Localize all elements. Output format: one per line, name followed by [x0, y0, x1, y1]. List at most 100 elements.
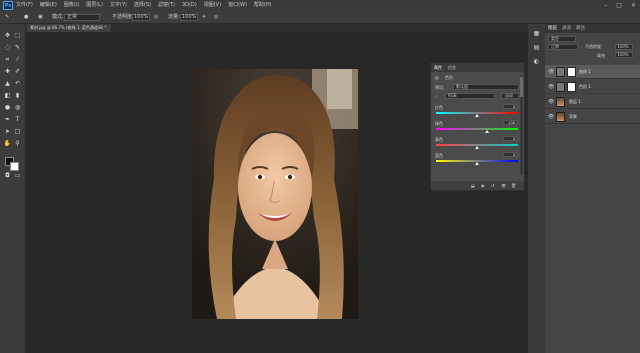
menu-item-0[interactable]: 文件(F): [16, 0, 33, 11]
flow-field[interactable]: 100%: [180, 14, 198, 21]
gradient-icon[interactable]: ▮: [13, 92, 22, 100]
type-icon[interactable]: T: [13, 116, 22, 124]
slider-value-1[interactable]: 138: [503, 120, 517, 125]
slider-label-1: 绿色: [435, 121, 443, 126]
visibility-eye-icon[interactable]: 👁: [548, 84, 554, 90]
hand-icon[interactable]: ✋: [3, 140, 12, 148]
fill-field[interactable]: 100%: [615, 52, 633, 58]
menu-item-1[interactable]: 编辑(E): [40, 0, 57, 11]
document-tab[interactable]: 素材.jpg @ 66.7% (曲线 1, 蓝色通道/8) *: [26, 24, 111, 32]
slider-track-1[interactable]: [436, 128, 518, 130]
menu-item-3[interactable]: 图层(L): [86, 0, 103, 11]
preset-select[interactable]: 默认值: [453, 84, 519, 90]
marquee-icon[interactable]: ⬚: [13, 32, 22, 40]
menu-item-6[interactable]: 滤镜(T): [158, 0, 175, 11]
pen-icon[interactable]: ✒: [3, 116, 12, 124]
delete-icon[interactable]: 🗑: [511, 183, 516, 188]
menu-item-9[interactable]: 窗口(W): [228, 0, 247, 11]
opacity-field[interactable]: 100%: [132, 14, 150, 21]
portrait-photo[interactable]: [192, 69, 358, 319]
stamp-icon[interactable]: ▲: [3, 80, 12, 88]
pressure-size-icon[interactable]: ◎: [214, 11, 218, 24]
menu-items: 文件(F) 编辑(E) 图像(I) 图层(L) 文字(Y) 选择(S) 滤镜(T) 3D(D)…: [16, 0, 272, 11]
layers-tab-1[interactable]: 通道: [562, 24, 571, 33]
slider-thumb-0[interactable]: [475, 114, 479, 117]
menu-item-5[interactable]: 选择(S): [134, 0, 151, 11]
view-previous-icon[interactable]: ◉: [481, 183, 485, 188]
layer-mask-thumbnail[interactable]: [567, 82, 576, 92]
layer-row[interactable]: 👁 背景: [545, 110, 640, 124]
channel-select[interactable]: RGB: [445, 93, 495, 99]
brush-tool-icon[interactable]: ✎: [5, 11, 9, 24]
airbrush-icon[interactable]: ✈: [202, 11, 206, 24]
layer-filter-label: 类型: [551, 36, 559, 41]
minimize-button[interactable]: –: [604, 0, 607, 11]
screen-mode-icon[interactable]: ▭: [13, 172, 22, 180]
properties-tab-1[interactable]: 信息: [448, 63, 456, 72]
layer-mask-thumbnail[interactable]: [567, 67, 576, 77]
layers-tab-2[interactable]: 路径: [576, 24, 585, 33]
hand-target-icon[interactable]: ☝: [435, 94, 437, 99]
move-icon[interactable]: ✥: [3, 32, 12, 40]
scrollbar-thumb[interactable]: [520, 77, 523, 97]
layers-tab-0[interactable]: 图层: [548, 24, 557, 33]
background-color-swatch[interactable]: [10, 162, 19, 171]
maximize-button[interactable]: □: [616, 0, 622, 11]
blend-mode-select[interactable]: 正常: [548, 44, 578, 50]
layer-opacity-label: 不透明度:: [585, 44, 603, 49]
close-button[interactable]: ✕: [631, 0, 636, 11]
lasso-icon[interactable]: ◌: [3, 44, 12, 52]
pressure-opacity-icon[interactable]: ◎: [154, 11, 158, 24]
menu-item-2[interactable]: 图像(I): [64, 0, 79, 11]
menu-bar: Ps 文件(F) 编辑(E) 图像(I) 图层(L) 文字(Y) 选择(S) 滤镜(T) 3D…: [0, 0, 640, 11]
history-panel-icon[interactable]: ▦: [532, 30, 541, 38]
clip-icon[interactable]: ⬓: [471, 183, 475, 188]
brush-icon[interactable]: ✐: [13, 68, 22, 76]
layer-filter-select[interactable]: 类型: [548, 36, 576, 42]
dodge-icon[interactable]: ◍: [13, 104, 22, 112]
path-select-icon[interactable]: ➤: [3, 128, 12, 136]
brush-panel-icon[interactable]: ▣: [38, 11, 43, 24]
shape-icon[interactable]: □: [13, 128, 22, 136]
layer-opacity-value: 100%: [617, 44, 629, 49]
slider-thumb-1[interactable]: [484, 130, 489, 133]
slider-value-2[interactable]: 0: [503, 136, 517, 141]
crop-icon[interactable]: ⌗: [3, 56, 12, 64]
layer-opacity-field[interactable]: 100%: [615, 44, 633, 50]
brush-preset-icon[interactable]: ●: [24, 11, 28, 24]
auto-button[interactable]: 自动: [501, 93, 519, 99]
blur-icon[interactable]: ●: [3, 104, 12, 112]
slider-thumb-2[interactable]: [475, 146, 479, 149]
menu-item-4[interactable]: 文字(Y): [110, 0, 127, 11]
eraser-icon[interactable]: ◧: [3, 92, 12, 100]
slider-value-0[interactable]: 0: [503, 104, 517, 109]
layer-thumbnail: [556, 112, 565, 122]
quick-select-icon[interactable]: ✎: [13, 44, 22, 52]
visibility-eye-icon[interactable]: 👁: [548, 114, 554, 120]
layer-thumbnail: [556, 82, 565, 92]
properties-scrollbar[interactable]: [520, 75, 523, 175]
slider-thumb-3[interactable]: [475, 162, 479, 165]
layer-row[interactable]: 👁 曲线 1: [545, 65, 640, 79]
healing-icon[interactable]: ✚: [3, 68, 12, 76]
quick-mask-icon[interactable]: ◘: [3, 172, 12, 180]
eyedropper-icon[interactable]: ⁄: [13, 56, 22, 64]
properties-tab-0[interactable]: 属性: [434, 63, 442, 72]
menu-item-10[interactable]: 帮助(H): [254, 0, 272, 11]
menu-item-7[interactable]: 3D(D): [182, 0, 197, 11]
layer-row[interactable]: 👁 色阶 1: [545, 80, 640, 94]
visibility-eye-icon[interactable]: 👁: [548, 69, 554, 75]
mode-select[interactable]: 正常: [64, 14, 100, 21]
slider-value-3[interactable]: 0: [503, 152, 517, 157]
adjustments-panel-icon[interactable]: ◐: [532, 58, 541, 66]
zoom-icon[interactable]: ⚲: [13, 140, 22, 148]
reset-icon[interactable]: ↺: [491, 183, 494, 188]
auto-label: 自动: [505, 93, 513, 98]
layer-row[interactable]: 👁 图层 1: [545, 95, 640, 109]
photoshop-logo: Ps: [3, 1, 13, 10]
properties-panel-icon[interactable]: ▤: [532, 44, 541, 52]
visibility-icon[interactable]: 👁: [501, 183, 506, 188]
history-brush-icon[interactable]: ↶: [13, 80, 22, 88]
menu-item-8[interactable]: 视图(V): [204, 0, 221, 11]
visibility-eye-icon[interactable]: 👁: [548, 99, 554, 105]
